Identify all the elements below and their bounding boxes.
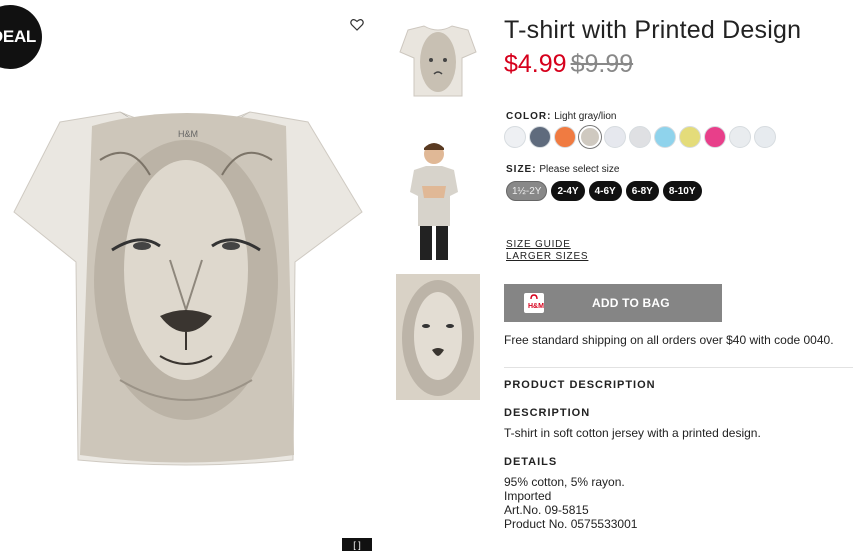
- details-line: Product No. 0575533001: [504, 517, 638, 531]
- size-option[interactable]: 6-8Y: [625, 181, 659, 201]
- details-heading: DETAILS: [504, 456, 558, 468]
- color-swatches: [504, 126, 776, 148]
- size-option[interactable]: 8-10Y: [662, 181, 702, 201]
- color-swatch[interactable]: [679, 126, 701, 148]
- color-swatch[interactable]: [629, 126, 651, 148]
- color-swatch[interactable]: [504, 126, 526, 148]
- details-line: 95% cotton, 5% rayon.: [504, 475, 625, 489]
- size-label-row: SIZE: Please select size: [506, 164, 619, 175]
- deal-label: DEAL: [0, 27, 36, 46]
- price: $4.99 $9.99: [504, 50, 633, 79]
- thumbnail-tshirt[interactable]: [396, 18, 480, 102]
- color-label-row: COLOR: Light gray/lion: [506, 111, 617, 122]
- shipping-info: Free standard shipping on all orders ove…: [504, 333, 834, 347]
- color-swatch[interactable]: [654, 126, 676, 148]
- zoom-icon[interactable]: [ ]: [342, 538, 372, 551]
- size-option[interactable]: 1½-2Y: [506, 181, 548, 201]
- thumbnail-lion-detail[interactable]: [396, 274, 480, 400]
- details-line: Imported: [504, 489, 552, 503]
- color-label: COLOR:: [506, 111, 552, 122]
- color-swatch[interactable]: [529, 126, 551, 148]
- color-selected-name: Light gray/lion: [554, 111, 617, 122]
- price-original: $9.99: [570, 50, 634, 78]
- add-to-bag-button[interactable]: H&M ADD TO BAG: [504, 284, 722, 322]
- shopping-bag-icon: H&M: [524, 293, 544, 313]
- details-line: Art.No. 09-5815: [504, 503, 589, 517]
- color-swatch[interactable]: [579, 126, 601, 148]
- color-swatch[interactable]: [729, 126, 751, 148]
- size-guide-link[interactable]: SIZE GUIDE: [506, 239, 571, 250]
- size-option[interactable]: 4-6Y: [588, 181, 622, 201]
- description-text: T-shirt in soft cotton jersey with a pri…: [504, 426, 761, 440]
- color-swatch[interactable]: [704, 126, 726, 148]
- description-heading: DESCRIPTION: [504, 407, 591, 419]
- add-to-bag-label: ADD TO BAG: [592, 296, 670, 310]
- heart-outline-icon[interactable]: [345, 12, 369, 36]
- tshirt-illustration: H&M: [13, 111, 363, 466]
- divider: [504, 367, 853, 368]
- color-swatch[interactable]: [754, 126, 776, 148]
- color-swatch[interactable]: [604, 126, 626, 148]
- size-label: SIZE:: [506, 164, 537, 175]
- thumbnail-model[interactable]: [396, 136, 480, 262]
- product-description-heading: PRODUCT DESCRIPTION: [504, 379, 656, 391]
- svg-text:H&M: H&M: [528, 303, 544, 310]
- color-swatch[interactable]: [554, 126, 576, 148]
- main-product-image[interactable]: H&M DEAL [ ]: [0, 0, 390, 551]
- size-option[interactable]: 2-4Y: [551, 181, 585, 201]
- size-prompt: Please select size: [539, 164, 620, 175]
- product-title: T-shirt with Printed Design: [504, 16, 802, 44]
- size-options: 1½-2Y 2-4Y 4-6Y 6-8Y 8-10Y: [506, 181, 702, 201]
- svg-text:H&M: H&M: [178, 129, 198, 139]
- price-current: $4.99: [504, 50, 567, 78]
- larger-sizes-link[interactable]: LARGER SIZES: [506, 251, 588, 262]
